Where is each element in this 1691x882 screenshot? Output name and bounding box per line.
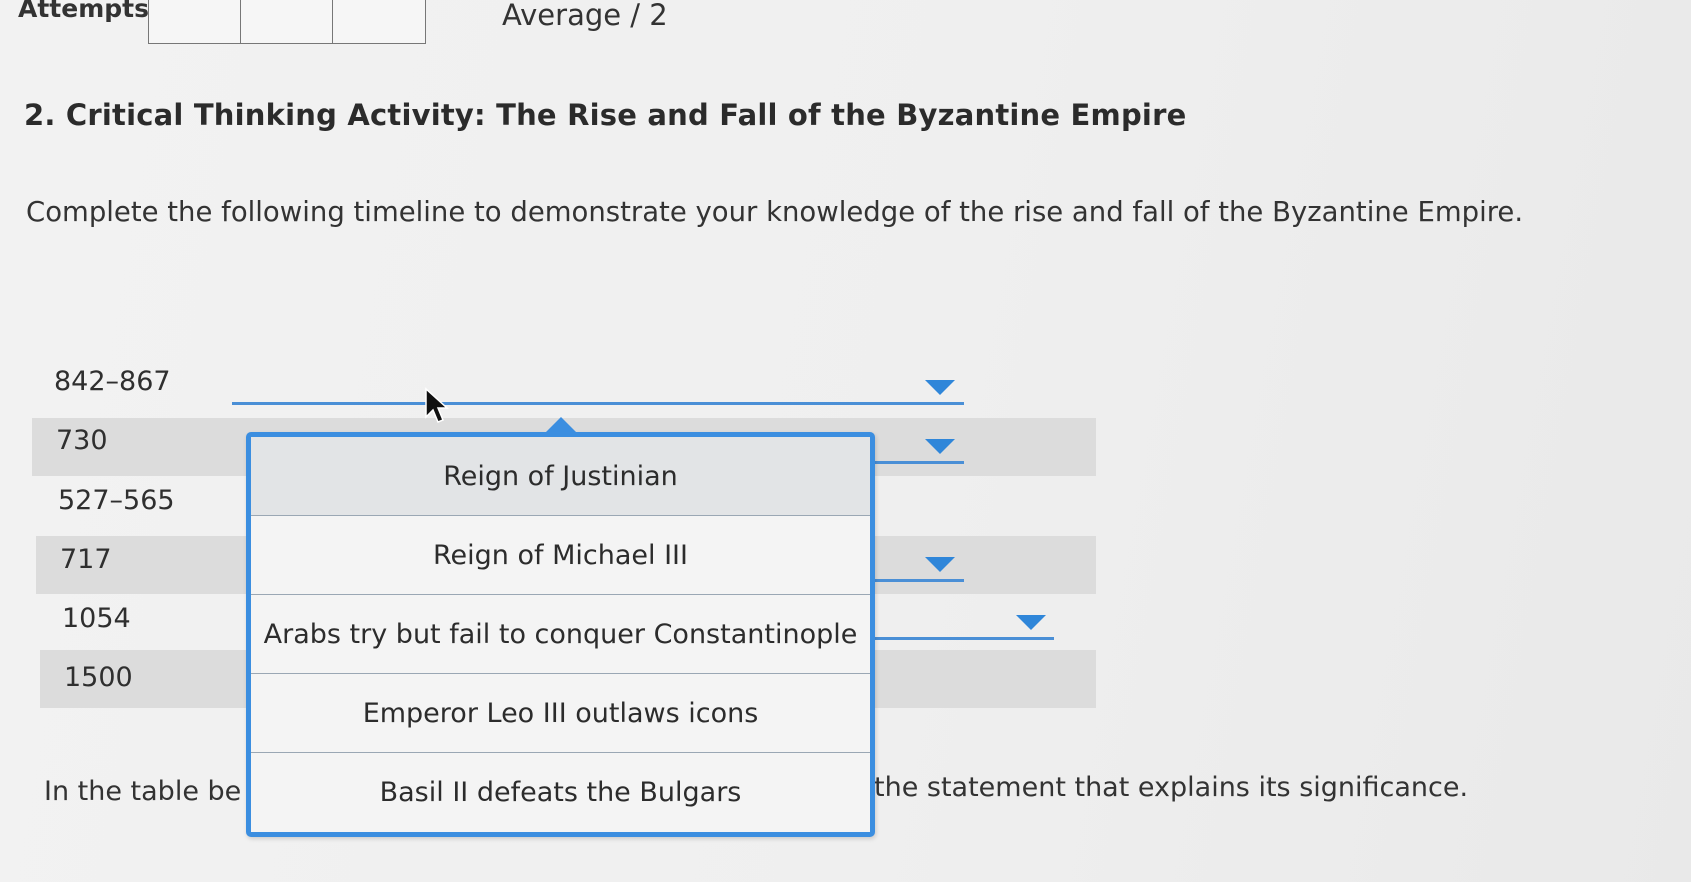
attempts-label: Attempts <box>18 0 149 23</box>
table-instructions-left: In the table be <box>44 776 242 807</box>
timeline-year: 527–565 <box>58 485 175 516</box>
timeline-select-5[interactable] <box>874 637 1054 640</box>
chevron-down-icon[interactable] <box>1016 615 1046 630</box>
timeline-year: 730 <box>56 425 108 456</box>
dropdown-option[interactable]: Reign of Michael III <box>251 516 870 595</box>
dropdown-option[interactable]: Arabs try but fail to conquer Constantin… <box>251 595 870 674</box>
timeline-year: 842–867 <box>54 366 171 397</box>
question-title: 2. Critical Thinking Activity: The Rise … <box>24 98 1187 132</box>
timeline-select-4[interactable] <box>874 579 964 582</box>
attempt-box <box>149 0 241 43</box>
timeline-year: 717 <box>60 544 112 575</box>
mouse-cursor-icon <box>425 387 449 423</box>
timeline-select-1[interactable] <box>232 402 964 405</box>
timeline-select-2[interactable] <box>874 461 964 464</box>
instructions-text: Complete the following timeline to demon… <box>26 196 1524 228</box>
average-label: Average / 2 <box>502 0 668 32</box>
chevron-down-icon[interactable] <box>925 439 955 454</box>
timeline-dropdown-menu[interactable]: Reign of Justinian Reign of Michael III … <box>246 417 875 837</box>
dropdown-option[interactable]: Emperor Leo III outlaws icons <box>251 674 870 753</box>
timeline-year: 1500 <box>64 662 133 693</box>
attempts-boxes <box>148 0 426 44</box>
chevron-down-icon[interactable] <box>925 380 955 395</box>
attempt-box <box>333 0 425 43</box>
chevron-down-icon[interactable] <box>925 557 955 572</box>
dropdown-option[interactable]: Basil II defeats the Bulgars <box>251 753 870 832</box>
attempt-box <box>241 0 333 43</box>
table-instructions-right: the statement that explains its signific… <box>874 772 1469 803</box>
dropdown-option[interactable]: Reign of Justinian <box>251 437 870 516</box>
timeline-year: 1054 <box>62 603 131 634</box>
